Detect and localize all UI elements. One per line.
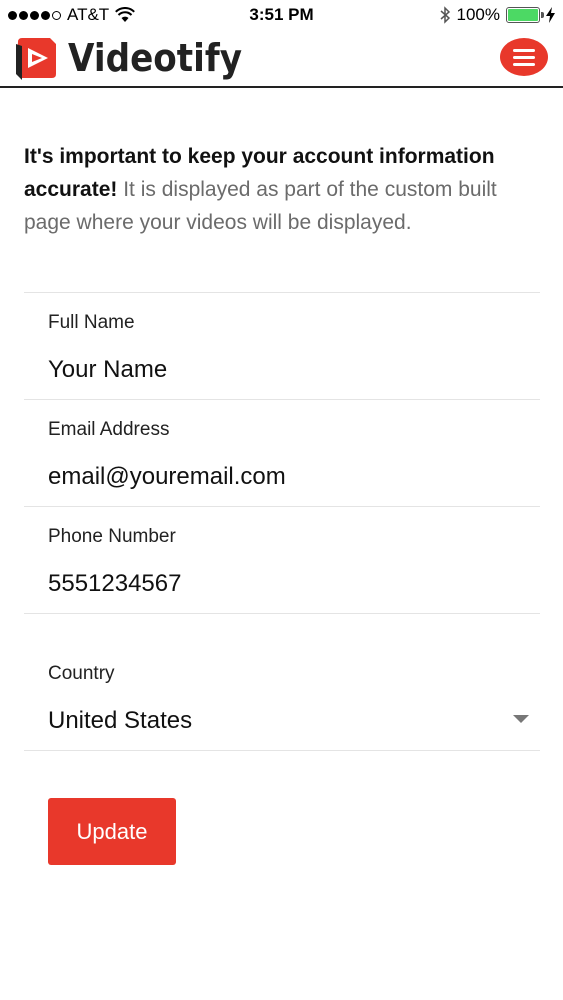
battery-icon xyxy=(506,7,544,23)
phone-label: Phone Number xyxy=(48,526,176,547)
email-input[interactable] xyxy=(48,463,518,491)
brand-name: Videotify xyxy=(68,36,243,80)
phone-input[interactable] xyxy=(48,570,518,598)
divider xyxy=(24,613,540,614)
status-right: 100% xyxy=(439,5,555,25)
divider xyxy=(24,506,540,507)
battery-percent: 100% xyxy=(456,5,500,24)
intro-text: It's important to keep your account info… xyxy=(24,140,524,239)
status-bar: AT&T 3:51 PM 100% xyxy=(0,0,563,32)
country-label: Country xyxy=(48,663,115,684)
bluetooth-icon xyxy=(440,6,450,24)
email-label: Email Address xyxy=(48,419,170,440)
logo[interactable]: Videotify xyxy=(14,36,261,80)
videotify-logo-icon xyxy=(16,38,56,80)
chevron-down-icon[interactable] xyxy=(513,715,529,723)
hamburger-menu-button[interactable] xyxy=(500,38,548,76)
charging-bolt-icon xyxy=(546,7,555,23)
divider xyxy=(24,292,540,293)
update-button[interactable]: Update xyxy=(48,798,176,865)
app-header: Videotify xyxy=(0,32,563,88)
full-name-label: Full Name xyxy=(48,312,135,333)
divider xyxy=(24,750,540,751)
hamburger-menu-icon xyxy=(513,48,535,52)
divider xyxy=(24,399,540,400)
full-name-input[interactable] xyxy=(48,356,518,384)
country-select[interactable]: United States xyxy=(48,707,518,735)
